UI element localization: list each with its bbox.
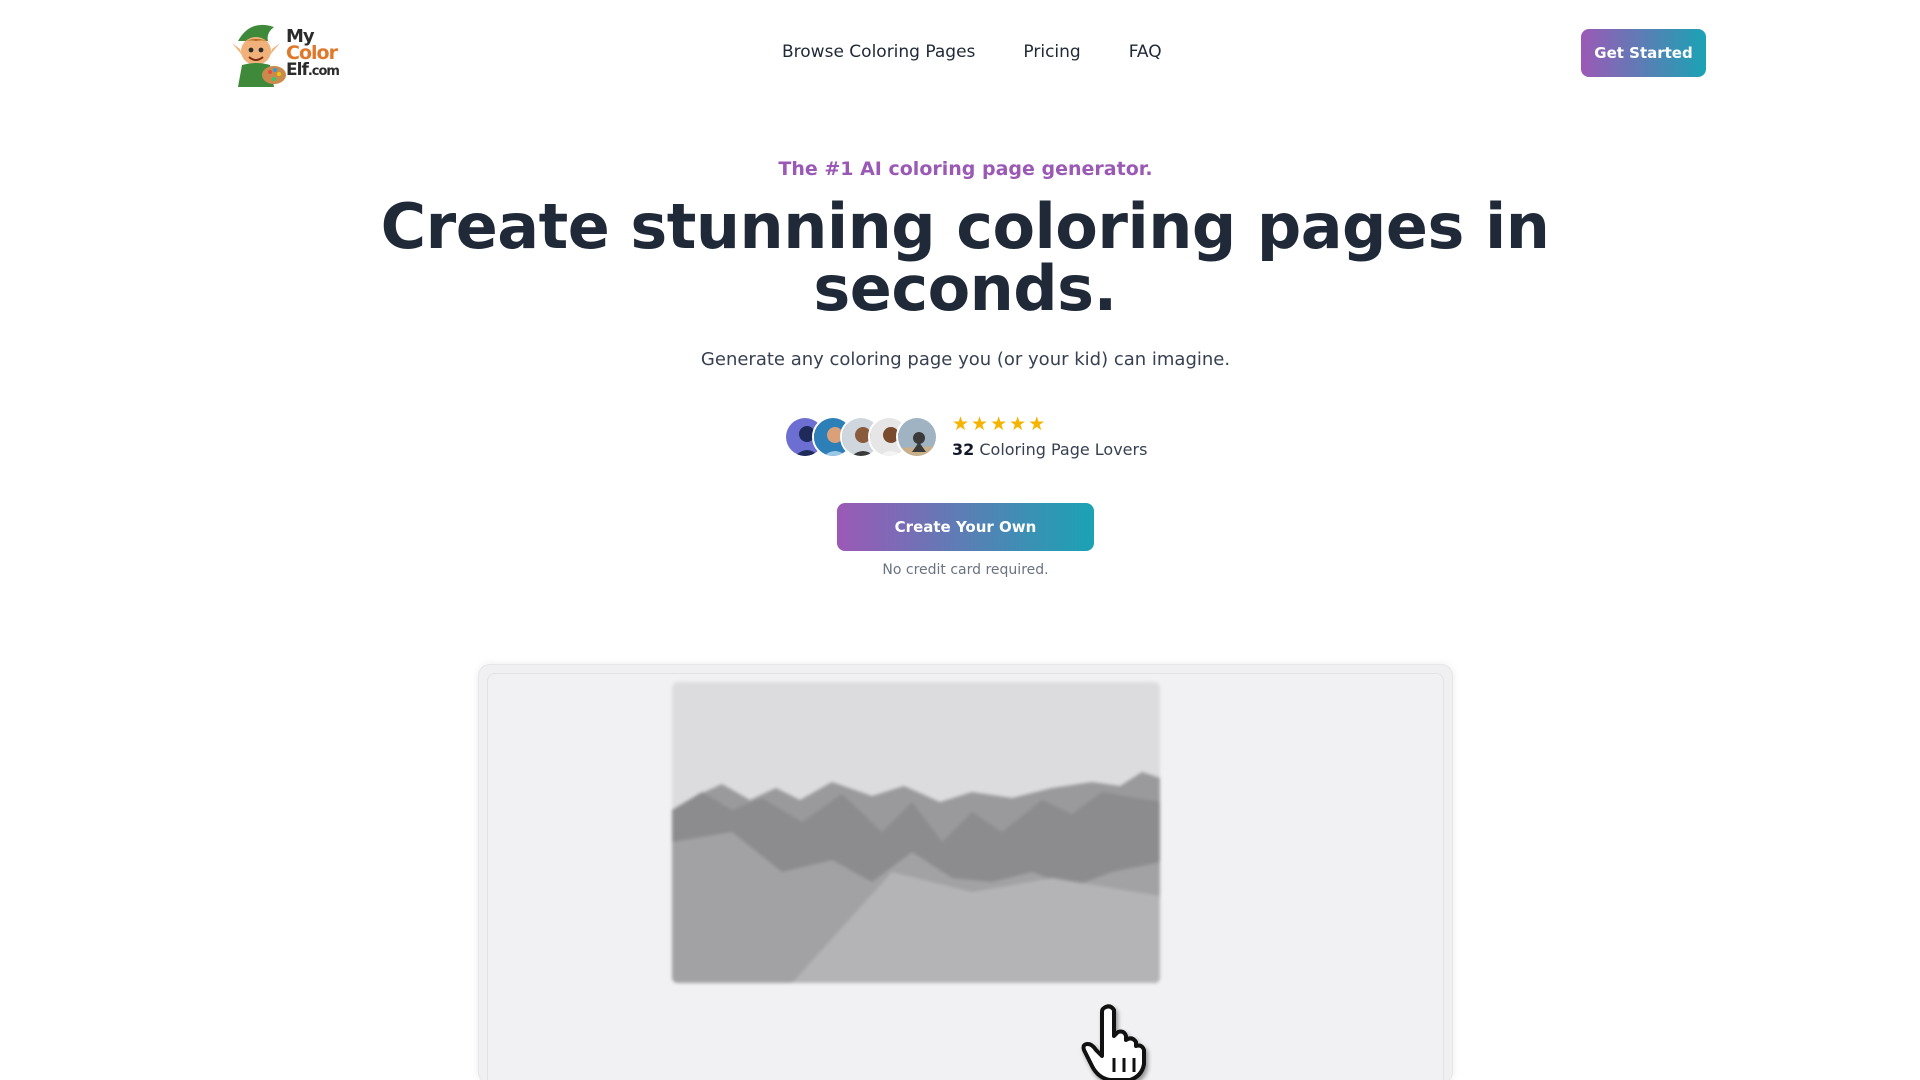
get-started-button[interactable]: Get Started (1581, 29, 1706, 77)
avatar (896, 415, 938, 458)
demo-preview-frame (478, 664, 1453, 1080)
nav-pricing[interactable]: Pricing (1023, 42, 1080, 62)
star-icon: ★ (971, 413, 989, 435)
hero-tagline: The #1 AI coloring page generator. (778, 158, 1153, 180)
create-your-own-button[interactable]: Create Your Own (837, 503, 1094, 551)
elf-mascot-icon (230, 19, 292, 89)
site-header: My Color Elf.com Browse Coloring Pages P… (0, 0, 1920, 106)
nav-faq[interactable]: FAQ (1129, 42, 1162, 62)
nav-browse-coloring-pages[interactable]: Browse Coloring Pages (782, 42, 975, 62)
hero-headline: Create stunning coloring pages in second… (380, 190, 1550, 325)
social-proof: ★ ★ ★ ★ ★ 32 Coloring Page Lovers (784, 414, 1147, 459)
site-logo[interactable]: My Color Elf.com (230, 18, 354, 90)
star-icon: ★ (1009, 413, 1027, 435)
star-icon: ★ (990, 413, 1008, 435)
lovers-count-text: 32 Coloring Page Lovers (952, 440, 1147, 459)
main-nav: Browse Coloring Pages Pricing FAQ (782, 42, 1162, 62)
star-icon: ★ (952, 413, 970, 435)
logo-wordmark: My Color Elf.com (286, 28, 340, 80)
generated-coloring-page-preview (672, 682, 1160, 983)
hand-pointer-icon (1078, 1002, 1152, 1080)
no-credit-card-note: No credit card required. (882, 562, 1049, 578)
rating-block: ★ ★ ★ ★ ★ 32 Coloring Page Lovers (952, 414, 1147, 459)
logo-word-elf: Elf.com (286, 62, 340, 80)
lovers-count: 32 (952, 440, 975, 459)
avatar-group (784, 415, 938, 458)
star-icon: ★ (1028, 413, 1046, 435)
lovers-label: Coloring Page Lovers (979, 440, 1148, 459)
hero-subhead: Generate any coloring page you (or your … (700, 349, 1231, 370)
rating-stars: ★ ★ ★ ★ ★ (952, 414, 1147, 434)
demo-preview-canvas (487, 673, 1444, 1080)
logo-word-domain: .com (307, 64, 340, 79)
